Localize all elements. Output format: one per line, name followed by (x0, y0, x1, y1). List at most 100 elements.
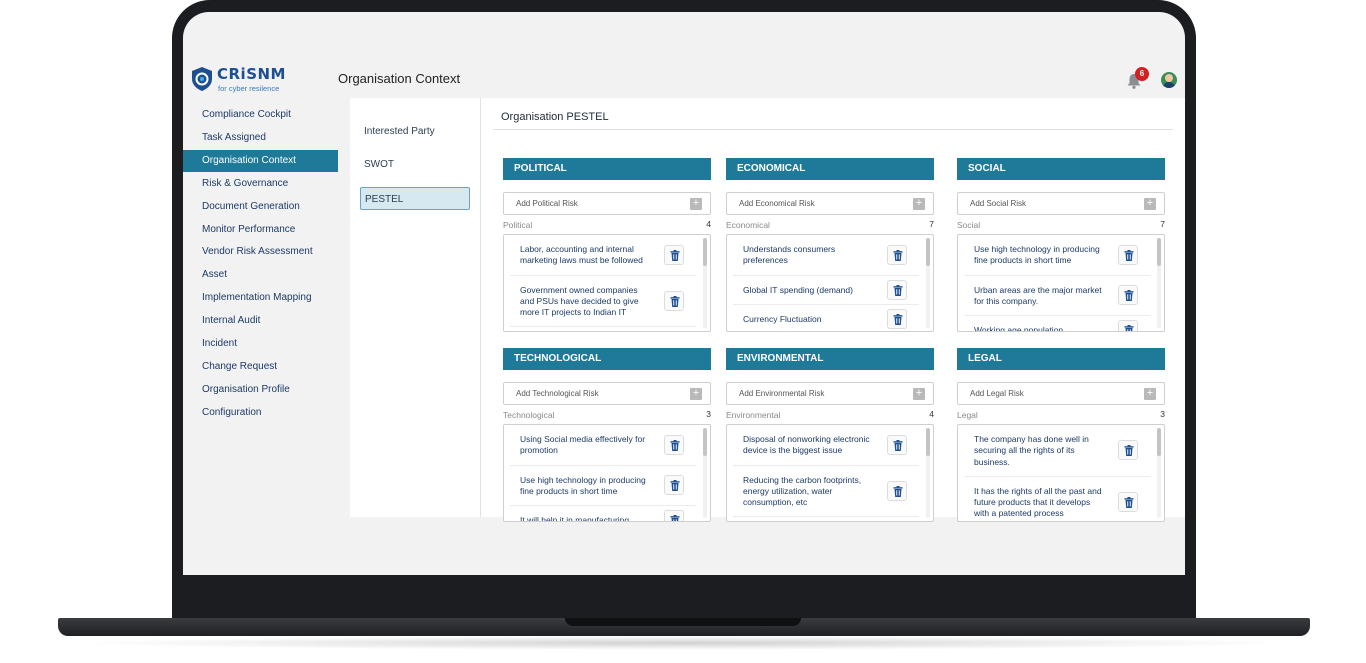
category-label: Environmental (726, 410, 781, 420)
add-risk-placeholder: Add Legal Risk (970, 389, 1024, 398)
sidebar-item-compliance-cockpit[interactable]: Compliance Cockpit (183, 104, 338, 126)
scrollbar[interactable] (926, 428, 930, 518)
trash-icon[interactable] (887, 244, 907, 265)
add-risk-placeholder: Add Environmental Risk (739, 389, 825, 398)
subnav-item-swot[interactable]: SWOT (360, 153, 470, 176)
risk-list[interactable]: Use high technology in producing fine pr… (957, 234, 1165, 332)
sidebar-item-asset[interactable]: Asset (183, 264, 338, 286)
plus-icon[interactable]: + (1144, 198, 1156, 210)
scrollbar[interactable] (1157, 238, 1161, 328)
sidebar-item-vendor-risk-assessment[interactable]: Vendor Risk Assessment (183, 241, 338, 263)
plus-icon[interactable]: + (1144, 388, 1156, 400)
risk-list-item: Use high technology in producing fine pr… (510, 466, 696, 507)
shield-logo-icon (192, 67, 212, 91)
category-label: Social (957, 220, 981, 230)
scrollbar-thumb[interactable] (926, 238, 930, 266)
add-risk-placeholder: Add Technological Risk (516, 389, 599, 398)
trash-icon[interactable] (1118, 492, 1138, 513)
scrollbar-thumb[interactable] (1157, 428, 1161, 456)
brand-tagline: for cyber resilence (218, 84, 280, 93)
risk-list-item: Reducing the carbon footprints, energy u… (733, 466, 919, 518)
app-screen: CRiSNM for cyber resilence Organisation … (183, 12, 1185, 575)
sidebar-item-monitor-performance[interactable]: Monitor Performance (183, 219, 338, 241)
trash-icon[interactable] (1118, 440, 1138, 461)
card-heading: LEGAL (957, 348, 1165, 370)
sub-navigation: Interested Party SWOT PESTEL (350, 98, 481, 517)
risk-text: Use high technology in producing fine pr… (520, 474, 646, 496)
scrollbar[interactable] (703, 428, 707, 518)
add-risk-input[interactable]: Add Economical Risk + (726, 192, 934, 215)
risk-list[interactable]: Using Social media effectively for promo… (503, 424, 711, 522)
risk-list[interactable]: Disposal of nonworking electronic device… (726, 424, 934, 522)
scrollbar[interactable] (926, 238, 930, 328)
sidebar-item-incident[interactable]: Incident (183, 333, 338, 355)
risk-count: 3 (706, 409, 711, 419)
scrollbar-thumb[interactable] (926, 428, 930, 456)
sidebar-item-change-request[interactable]: Change Request (183, 356, 338, 378)
trash-icon[interactable] (1118, 285, 1138, 306)
trash-icon[interactable] (887, 309, 907, 330)
trash-icon[interactable] (887, 481, 907, 502)
trash-icon[interactable] (664, 244, 684, 265)
trash-icon[interactable] (1118, 244, 1138, 265)
risk-list-item: Understands consumers preferences (733, 235, 919, 276)
scrollbar[interactable] (1157, 428, 1161, 518)
scrollbar-thumb[interactable] (703, 238, 707, 266)
risk-text: It has the rights of all the past and fu… (974, 485, 1102, 519)
card-heading: POLITICAL (503, 158, 711, 180)
scrollbar-thumb[interactable] (1157, 238, 1161, 266)
trash-icon[interactable] (664, 510, 684, 521)
trash-icon[interactable] (887, 434, 907, 455)
add-risk-input[interactable]: Add Technological Risk + (503, 382, 711, 405)
risk-text: Reducing the carbon footprints, energy u… (743, 474, 862, 508)
add-risk-input[interactable]: Add Social Risk + (957, 192, 1165, 215)
category-label: Political (503, 220, 533, 230)
scrollbar-thumb[interactable] (703, 428, 707, 456)
risk-text: The company has done well in securing al… (974, 434, 1089, 467)
risk-list-item: Working age population (964, 316, 1150, 331)
card-heading: ECONOMICAL (726, 158, 934, 180)
page-title: Organisation Context (338, 71, 461, 86)
card-heading: TECHNOLOGICAL (503, 348, 711, 370)
scrollbar[interactable] (703, 238, 707, 328)
risk-list[interactable]: Understands consumers preferences Global … (726, 234, 934, 332)
risk-text: Use high technology in producing fine pr… (974, 244, 1100, 266)
sidebar-item-organisation-profile[interactable]: Organisation Profile (183, 379, 338, 401)
sidebar-item-configuration[interactable]: Configuration (183, 402, 338, 424)
sidebar-item-document-generation[interactable]: Document Generation (183, 196, 338, 218)
brand-logo[interactable]: CRiSNM for cyber resilence (191, 64, 301, 94)
add-risk-input[interactable]: Add Legal Risk + (957, 382, 1165, 405)
trash-icon[interactable] (664, 475, 684, 496)
risk-text: It will help it in manufacturing (520, 515, 630, 522)
category-label: Legal (957, 410, 978, 420)
risk-list-item: The company has done well in securing al… (964, 425, 1150, 477)
avatar-icon[interactable] (1161, 72, 1177, 88)
risk-list[interactable]: The company has done well in securing al… (957, 424, 1165, 522)
sidebar-item-implementation-mapping[interactable]: Implementation Mapping (183, 287, 338, 309)
trash-icon[interactable] (664, 291, 684, 312)
laptop-shadow (70, 636, 1296, 650)
subnav-item-interested-party[interactable]: Interested Party (360, 120, 470, 143)
plus-icon[interactable]: + (690, 388, 702, 400)
laptop-notch (565, 618, 801, 626)
subnav-item-pestel[interactable]: PESTEL (360, 187, 470, 210)
add-risk-input[interactable]: Add Environmental Risk + (726, 382, 934, 405)
sidebar-item-organisation-context[interactable]: Organisation Context (183, 149, 338, 172)
sidebar-item-task-assigned[interactable]: Task Assigned (183, 127, 338, 149)
plus-icon[interactable]: + (913, 198, 925, 210)
add-risk-input[interactable]: Add Political Risk + (503, 192, 711, 215)
plus-icon[interactable]: + (690, 198, 702, 210)
risk-list-item: Urban areas are the major market for thi… (964, 276, 1150, 317)
trash-icon[interactable] (1118, 320, 1138, 331)
risk-list[interactable]: Labor, accounting and internal marketing… (503, 234, 711, 332)
plus-icon[interactable]: + (913, 388, 925, 400)
risk-count: 3 (1160, 409, 1165, 419)
trash-icon[interactable] (887, 279, 907, 300)
sidebar-item-risk-governance[interactable]: Risk & Governance (183, 173, 338, 195)
risk-list-item: It will help it in manufacturing (510, 506, 696, 522)
risk-text: Global IT spending (demand) (743, 284, 853, 295)
notification-badge: 6 (1135, 67, 1149, 81)
trash-icon[interactable] (664, 434, 684, 455)
sidebar-item-internal-audit[interactable]: Internal Audit (183, 310, 338, 332)
add-risk-placeholder: Add Political Risk (516, 199, 578, 208)
